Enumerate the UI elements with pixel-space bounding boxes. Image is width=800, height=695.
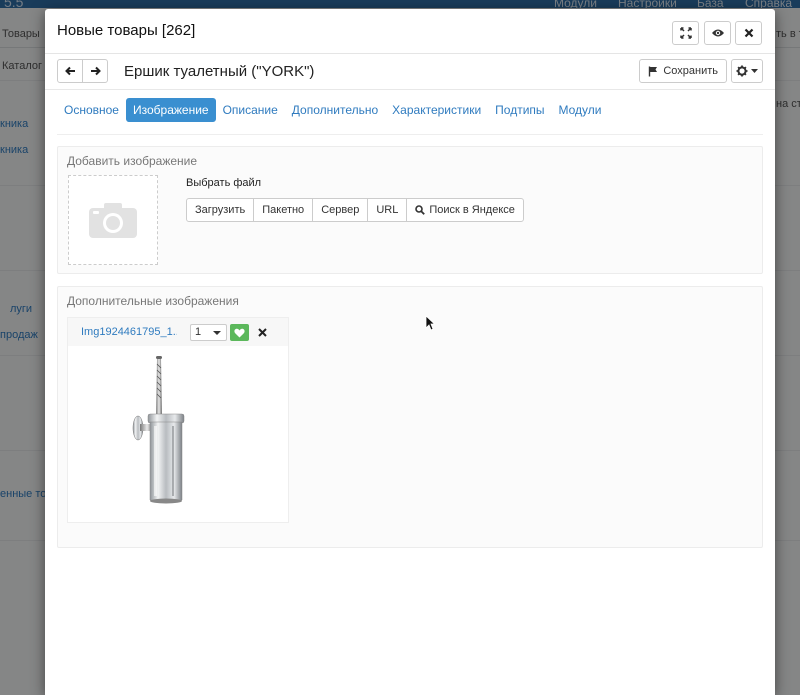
modal-header: Новые товары [262] <box>45 9 775 54</box>
tab-image[interactable]: Изображение <box>125 98 216 122</box>
product-modal: Новые товары [262] Ершик туалетный ("YOR… <box>45 9 775 695</box>
product-name: Ершик туалетный ("YORK") <box>124 63 315 80</box>
mouse-cursor <box>425 315 435 331</box>
fullscreen-button[interactable] <box>672 21 699 45</box>
upload-button[interactable]: Загрузить <box>186 198 255 222</box>
image-card: Img1924461795_1.. 1 <box>67 317 289 523</box>
close-button[interactable] <box>735 21 762 45</box>
flag-icon <box>649 66 658 76</box>
close-icon <box>744 28 753 38</box>
preview-button[interactable] <box>704 21 731 45</box>
product-image[interactable] <box>128 356 208 516</box>
tab-additional[interactable]: Дополнительно <box>285 98 385 122</box>
yandex-search-button[interactable]: Поиск в Яндексе <box>406 198 524 222</box>
prev-product-button[interactable] <box>57 59 83 83</box>
image-order-select[interactable]: 1 <box>190 324 227 341</box>
image-order-value: 1 <box>195 326 202 338</box>
gear-icon <box>736 65 748 77</box>
close-icon <box>257 327 267 337</box>
eye-icon <box>711 29 724 37</box>
tabs-divider <box>57 134 763 135</box>
url-button[interactable]: URL <box>367 198 408 222</box>
tab-modules[interactable]: Модули <box>552 98 609 122</box>
tab-subtypes[interactable]: Подтипы <box>488 98 551 122</box>
product-toolbar: Ершик туалетный ("YORK") Сохранить <box>45 54 775 90</box>
yandex-search-label: Поиск в Яндексе <box>429 204 515 216</box>
extra-images-panel: Дополнительные изображения Img1924461795… <box>57 286 763 548</box>
add-image-panel: Добавить изображение Выбрать файл Загруз… <box>57 146 763 274</box>
choose-file-label: Выбрать файл <box>186 177 262 189</box>
tab-characteristics[interactable]: Характеристики <box>385 98 488 122</box>
expand-icon <box>679 27 692 39</box>
set-main-image-button[interactable] <box>230 324 249 341</box>
tab-main[interactable]: Основное <box>57 98 126 122</box>
arrow-left-icon <box>64 66 75 76</box>
delete-image-button[interactable] <box>255 325 269 339</box>
image-card-header: Img1924461795_1.. 1 <box>68 318 288 346</box>
image-filename-link[interactable]: Img1924461795_1.. <box>81 326 177 338</box>
settings-dropdown-button[interactable] <box>731 59 763 83</box>
add-image-title: Добавить изображение <box>67 154 198 168</box>
upload-source-group: Загрузить Пакетно Сервер URL Поиск в Янд… <box>186 198 524 222</box>
server-button[interactable]: Сервер <box>312 198 369 222</box>
next-product-button[interactable] <box>82 59 108 83</box>
camera-icon <box>89 203 137 238</box>
save-button[interactable]: Сохранить <box>639 59 727 83</box>
extra-images-title: Дополнительные изображения <box>67 294 239 308</box>
modal-title: Новые товары [262] <box>57 22 196 39</box>
arrow-right-icon <box>90 66 101 76</box>
image-placeholder[interactable] <box>68 175 158 265</box>
product-tabs: Основное Изображение Описание Дополнител… <box>57 98 609 122</box>
chevron-down-icon <box>213 331 221 335</box>
batch-upload-button[interactable]: Пакетно <box>253 198 314 222</box>
search-icon <box>415 205 426 215</box>
heart-icon <box>234 328 245 337</box>
save-label: Сохранить <box>663 65 718 77</box>
tab-description[interactable]: Описание <box>216 98 285 122</box>
chevron-down-icon <box>751 69 758 73</box>
